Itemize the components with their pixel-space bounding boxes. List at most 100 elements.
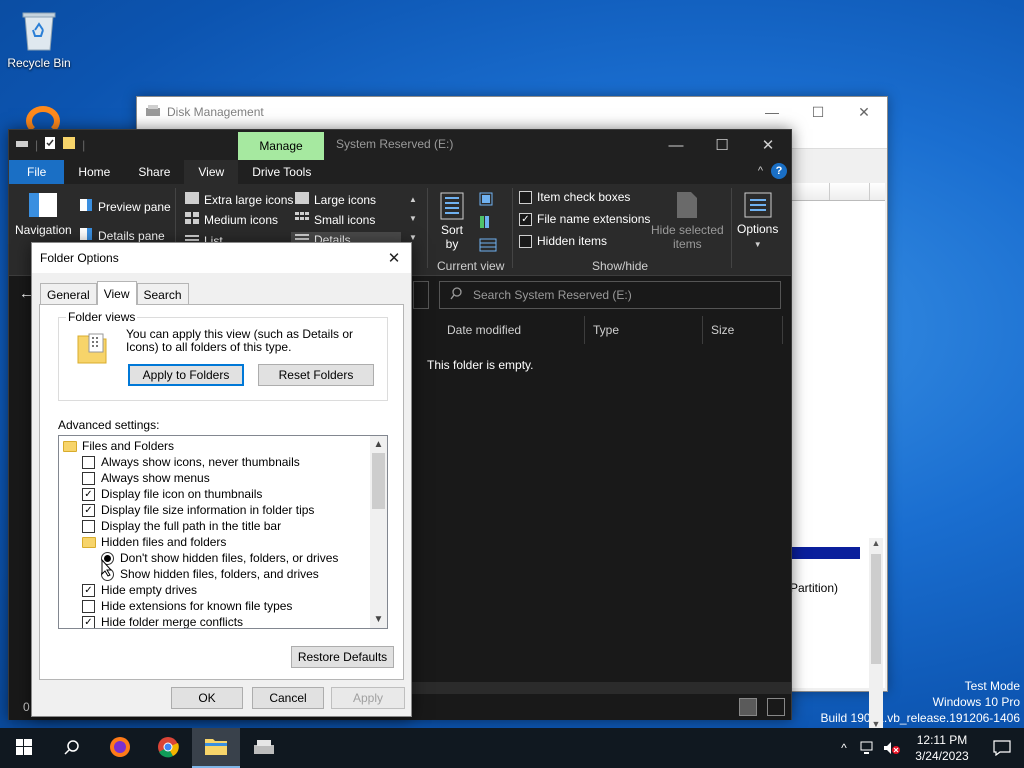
scroll-thumb[interactable]: [372, 453, 385, 509]
checkbox[interactable]: [82, 519, 95, 533]
ribbon-tabs: File Home Share View Drive Tools: [9, 160, 791, 184]
sort-by-button[interactable]: Sort by: [439, 192, 465, 251]
properties-icon[interactable]: [44, 136, 56, 153]
column-date-modified[interactable]: Date modified: [439, 316, 585, 344]
start-button[interactable]: [0, 728, 48, 768]
disk-scrollbar[interactable]: ▲ ▼: [869, 538, 883, 733]
layout-large-icons[interactable]: Large icons: [295, 192, 376, 207]
add-columns-icon[interactable]: [479, 215, 501, 232]
disk-management-taskbar-button[interactable]: [240, 728, 288, 768]
settings-radio-option[interactable]: Show hidden files, folders, and drives: [101, 566, 319, 582]
scroll-up-icon[interactable]: ▲: [370, 436, 387, 453]
checkbox[interactable]: [82, 599, 95, 613]
apply-to-folders-button[interactable]: Apply to Folders: [128, 364, 244, 386]
search-button[interactable]: [48, 728, 96, 768]
advanced-settings-list[interactable]: ▲ ▼ Files and Folders Always show icons, …: [58, 435, 388, 629]
clock[interactable]: 12:11 PM 3/24/2023: [904, 732, 980, 764]
file-explorer-taskbar-button[interactable]: [192, 728, 240, 768]
tab-share[interactable]: Share: [124, 160, 184, 184]
checkbox[interactable]: [82, 471, 95, 485]
layout-extra-large-icons[interactable]: Extra large icons: [185, 192, 293, 207]
navigation-pane-button[interactable]: Navigation: [15, 192, 72, 237]
close-button[interactable]: ✕: [381, 246, 407, 270]
collapse-ribbon-icon[interactable]: ^: [758, 165, 763, 177]
group-by-icon[interactable]: [479, 192, 501, 209]
advanced-settings-scrollbar[interactable]: ▲ ▼: [370, 436, 387, 628]
details-view-icon[interactable]: [739, 698, 757, 716]
firefox-taskbar-button[interactable]: [96, 728, 144, 768]
settings-checkbox-option[interactable]: Display the full path in the title bar: [82, 518, 281, 534]
tab-view[interactable]: View: [96, 281, 137, 305]
tab-view[interactable]: View: [184, 160, 239, 184]
reset-folders-button[interactable]: Reset Folders: [258, 364, 374, 386]
layout-medium-icons[interactable]: Medium icons: [185, 212, 278, 227]
chrome-taskbar-button[interactable]: [144, 728, 192, 768]
folder-options-tabs: General View Search: [40, 281, 189, 305]
maximize-button[interactable]: ☐: [699, 130, 745, 160]
settings-checkbox-option[interactable]: ✓ Hide folder merge conflicts: [82, 614, 243, 628]
minimize-button[interactable]: —: [749, 97, 795, 127]
close-button[interactable]: ✕: [841, 97, 887, 127]
restore-defaults-button[interactable]: Restore Defaults: [291, 646, 394, 668]
settings-checkbox-option[interactable]: ✓ Display file size information in folder…: [82, 502, 314, 518]
maximize-button[interactable]: ☐: [795, 97, 841, 127]
settings-checkbox-option[interactable]: Always show icons, never thumbnails: [82, 454, 300, 470]
large-icons-view-icon[interactable]: [767, 698, 785, 716]
tab-drive-tools[interactable]: Drive Tools: [238, 160, 325, 184]
action-center-icon[interactable]: [980, 740, 1024, 756]
setting-label: Always show icons, never thumbnails: [101, 455, 300, 469]
help-icon[interactable]: ?: [771, 163, 787, 179]
recycle-bin-shortcut[interactable]: Recycle Bin: [6, 8, 72, 70]
column-type[interactable]: Type: [585, 316, 703, 344]
explorer-titlebar[interactable]: | | Manage System Reserved (E:) — ☐ ✕: [9, 130, 791, 160]
checkbox[interactable]: ✓: [82, 583, 95, 597]
settings-radio-option[interactable]: Don't show hidden files, folders, or dri…: [101, 550, 338, 566]
checkbox[interactable]: ✓: [82, 615, 95, 628]
apply-button[interactable]: Apply: [331, 687, 405, 709]
minimize-button[interactable]: —: [653, 130, 699, 160]
hidden-items-toggle[interactable]: Hidden items: [519, 234, 607, 248]
size-all-columns-icon[interactable]: [479, 238, 501, 255]
taskbar: ^ 12:11 PM 3/24/2023: [0, 728, 1024, 768]
hide-selected-items-button[interactable]: Hide selected items: [651, 190, 724, 251]
options-button[interactable]: Options ▼: [737, 192, 778, 251]
manage-context-tab[interactable]: Manage: [238, 132, 324, 160]
show-hidden-icons-icon[interactable]: ^: [832, 741, 856, 755]
address-bar-fragment[interactable]: [413, 281, 429, 309]
ok-button[interactable]: OK: [171, 687, 243, 709]
preview-pane-button[interactable]: Preview pane: [79, 198, 171, 215]
file-name-extensions-toggle[interactable]: ✓ File name extensions: [519, 212, 650, 226]
scroll-down-icon[interactable]: ▼: [370, 611, 387, 628]
settings-checkbox-option[interactable]: Always show menus: [82, 470, 210, 486]
network-icon[interactable]: [856, 741, 880, 755]
checkbox[interactable]: [82, 455, 95, 469]
close-button[interactable]: ✕: [745, 130, 791, 160]
hidden-items-checkbox[interactable]: [519, 234, 532, 248]
scroll-up-icon[interactable]: ▲: [869, 538, 883, 552]
file-name-extensions-checkbox[interactable]: ✓: [519, 212, 532, 226]
tab-file[interactable]: File: [9, 160, 65, 184]
layout-scroll-icon[interactable]: ▲ ▼ ▼: [407, 190, 419, 248]
tab-home[interactable]: Home: [64, 160, 124, 184]
horizontal-scrollbar[interactable]: [411, 682, 791, 694]
settings-checkbox-option[interactable]: ✓ Hide empty drives: [82, 582, 197, 598]
column-size[interactable]: Size: [703, 316, 783, 344]
folder-options-titlebar[interactable]: Folder Options: [32, 243, 411, 273]
checkbox[interactable]: ✓: [82, 503, 95, 517]
checkbox[interactable]: ✓: [82, 487, 95, 501]
search-input[interactable]: Search System Reserved (E:): [439, 281, 781, 309]
layout-small-icons[interactable]: Small icons: [295, 212, 375, 227]
tab-general[interactable]: General: [40, 283, 97, 305]
volume-muted-icon[interactable]: [880, 741, 904, 755]
settings-checkbox-option[interactable]: ✓ Display file icon on thumbnails: [82, 486, 262, 502]
scroll-thumb[interactable]: [871, 554, 881, 664]
partition-bar[interactable]: [792, 547, 860, 559]
options-icon: [744, 192, 772, 221]
options-dropdown-icon[interactable]: ▼: [754, 238, 762, 251]
new-folder-icon[interactable]: [62, 136, 76, 153]
item-check-boxes-checkbox[interactable]: [519, 190, 532, 204]
settings-checkbox-option[interactable]: Hide extensions for known file types: [82, 598, 292, 614]
tab-search[interactable]: Search: [136, 283, 189, 305]
item-check-boxes-toggle[interactable]: Item check boxes: [519, 190, 630, 204]
cancel-button[interactable]: Cancel: [252, 687, 324, 709]
